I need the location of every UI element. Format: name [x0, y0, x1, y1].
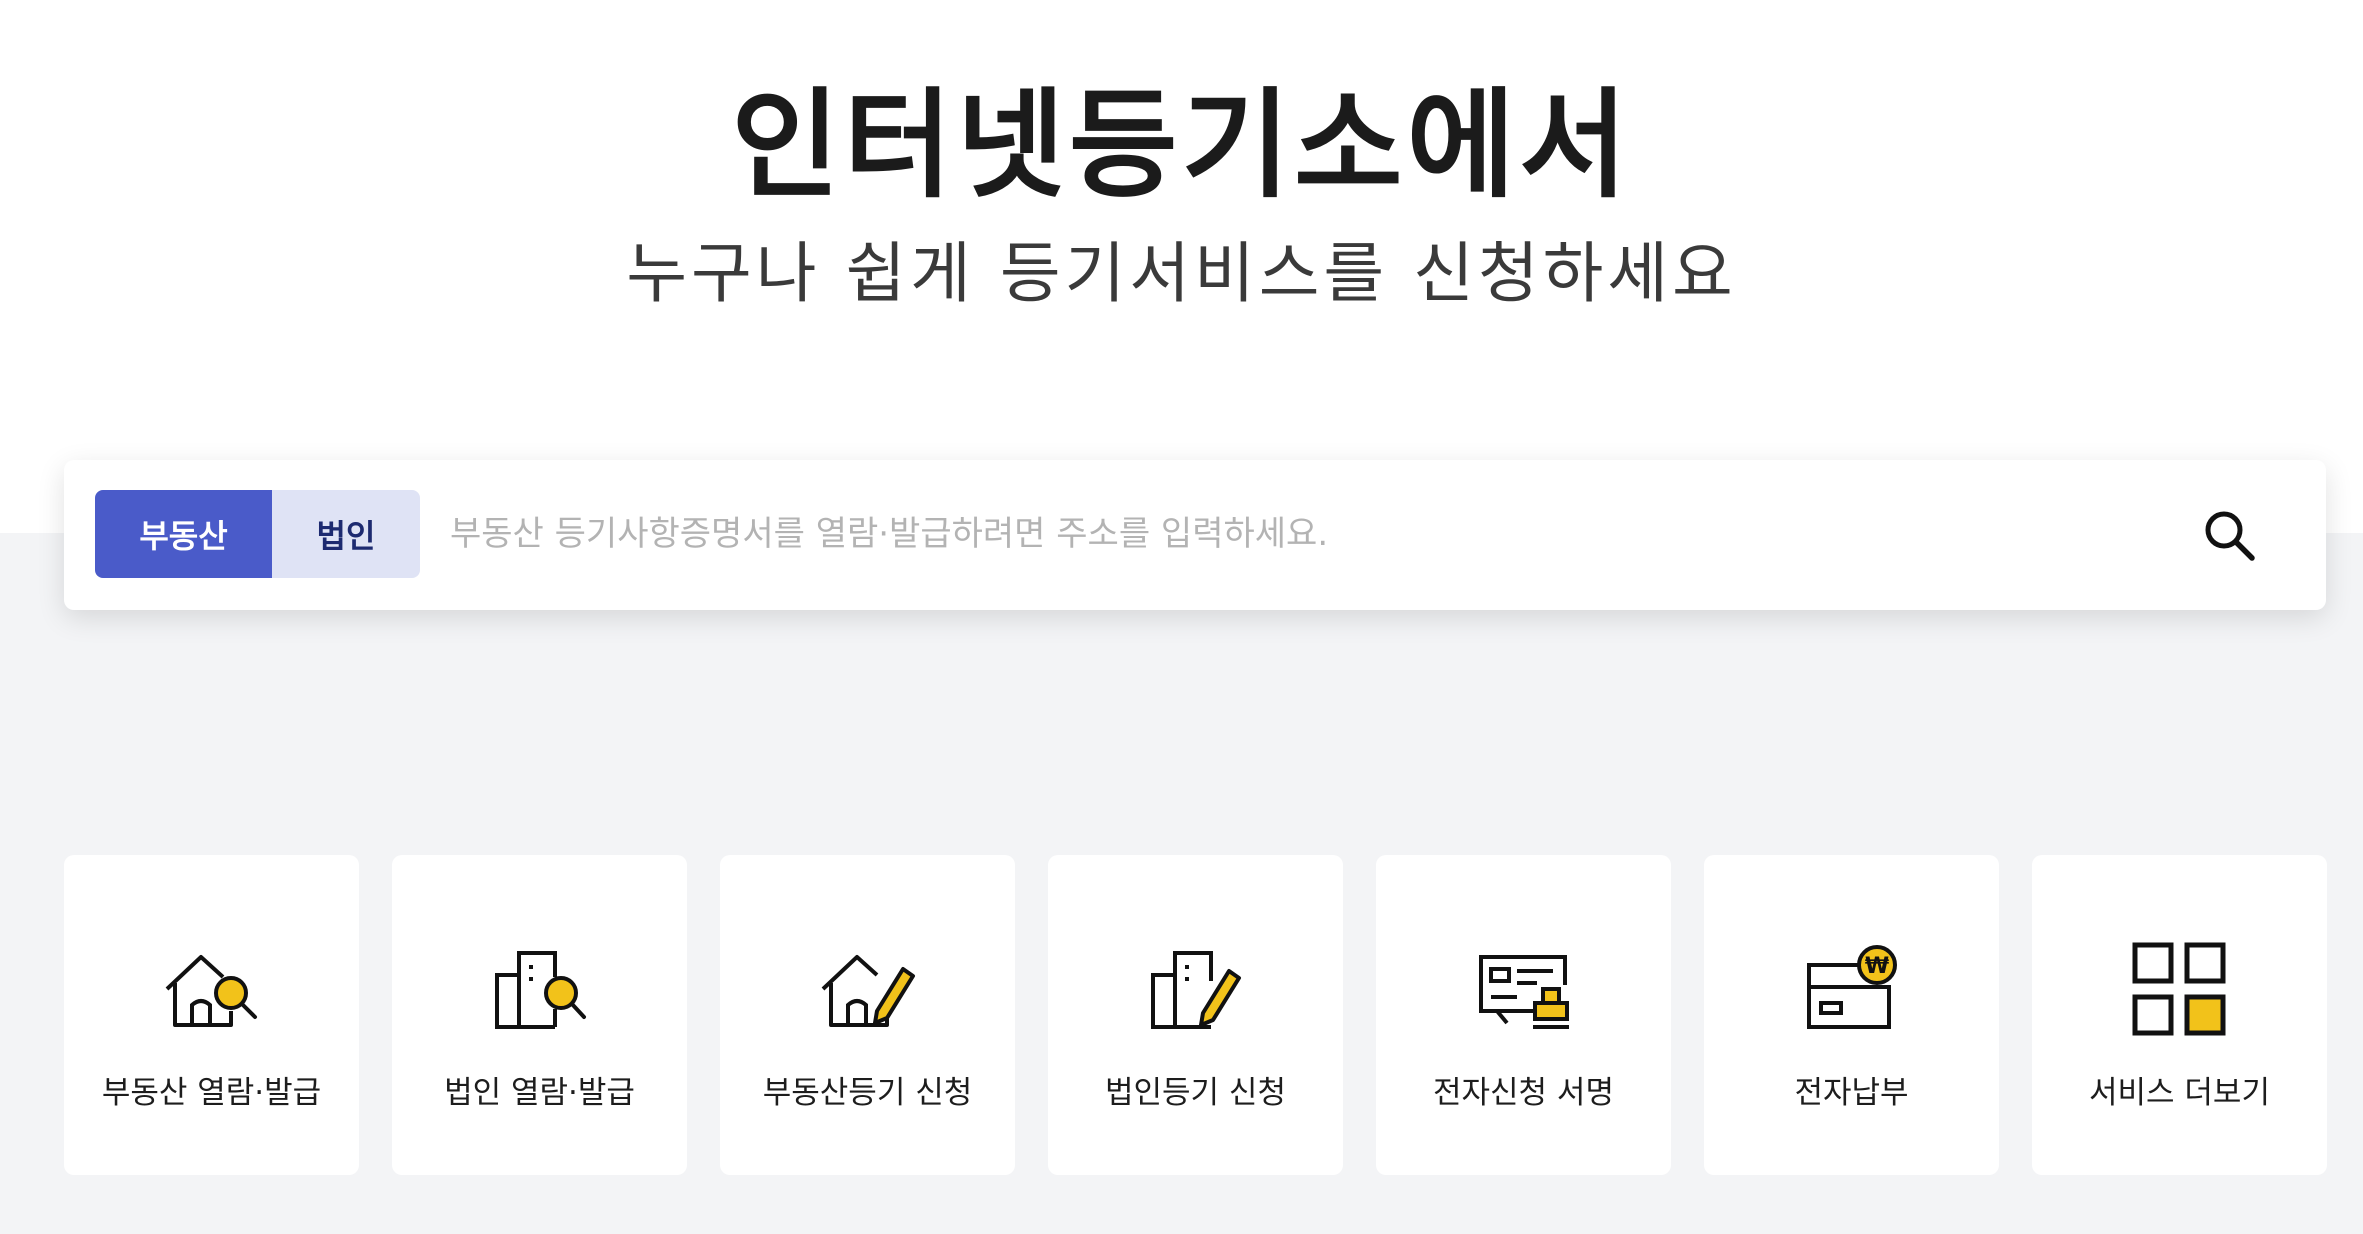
- service-card-e-payment[interactable]: ₩ 전자납부: [1704, 855, 1999, 1175]
- service-label: 법인등기 신청: [1105, 1075, 1286, 1111]
- service-label: 서비스 더보기: [2089, 1075, 2270, 1111]
- card-won-coin-icon: ₩: [1807, 945, 1897, 1029]
- house-search-icon: [165, 955, 257, 1027]
- search-type-tabs: 부동산 법인: [95, 490, 420, 578]
- address-search-input[interactable]: [450, 490, 2150, 578]
- service-shortcuts: 부동산 열람·발급 법인 열람·발급 부동산등기 신청 법인등기 신청 전자신청…: [64, 855, 2327, 1175]
- service-label: 전자납부: [1794, 1075, 1909, 1111]
- building-search-icon: [495, 951, 586, 1029]
- page-subtitle: 누구나 쉽게 등기서비스를 신청하세요: [626, 235, 1737, 312]
- service-card-realestate-view[interactable]: 부동산 열람·발급: [64, 855, 359, 1175]
- service-card-more[interactable]: 서비스 더보기: [2032, 855, 2327, 1175]
- page-title: 인터넷등기소에서: [731, 76, 1632, 214]
- search-button[interactable]: [2194, 500, 2264, 570]
- tab-corporation[interactable]: 법인: [272, 490, 420, 578]
- building-pen-icon: [1151, 951, 1241, 1029]
- certificate-stamp-icon: [1479, 955, 1569, 1029]
- service-card-realestate-apply[interactable]: 부동산등기 신청: [720, 855, 1015, 1175]
- house-pen-icon: [821, 955, 915, 1027]
- search-bar: 부동산 법인: [64, 460, 2326, 610]
- service-label: 법인 열람·발급: [444, 1075, 635, 1111]
- service-label: 부동산 열람·발급: [101, 1075, 322, 1111]
- grid-more-icon: [2132, 942, 2226, 1036]
- service-card-e-signature[interactable]: 전자신청 서명: [1376, 855, 1671, 1175]
- svg-text:₩: ₩: [1865, 954, 1889, 979]
- service-card-corporation-apply[interactable]: 법인등기 신청: [1048, 855, 1343, 1175]
- service-label: 부동산등기 신청: [762, 1075, 973, 1111]
- tab-real-estate[interactable]: 부동산: [95, 490, 272, 578]
- service-card-corporation-view[interactable]: 법인 열람·발급: [392, 855, 687, 1175]
- search-icon: [2205, 511, 2255, 561]
- service-label: 전자신청 서명: [1433, 1075, 1614, 1111]
